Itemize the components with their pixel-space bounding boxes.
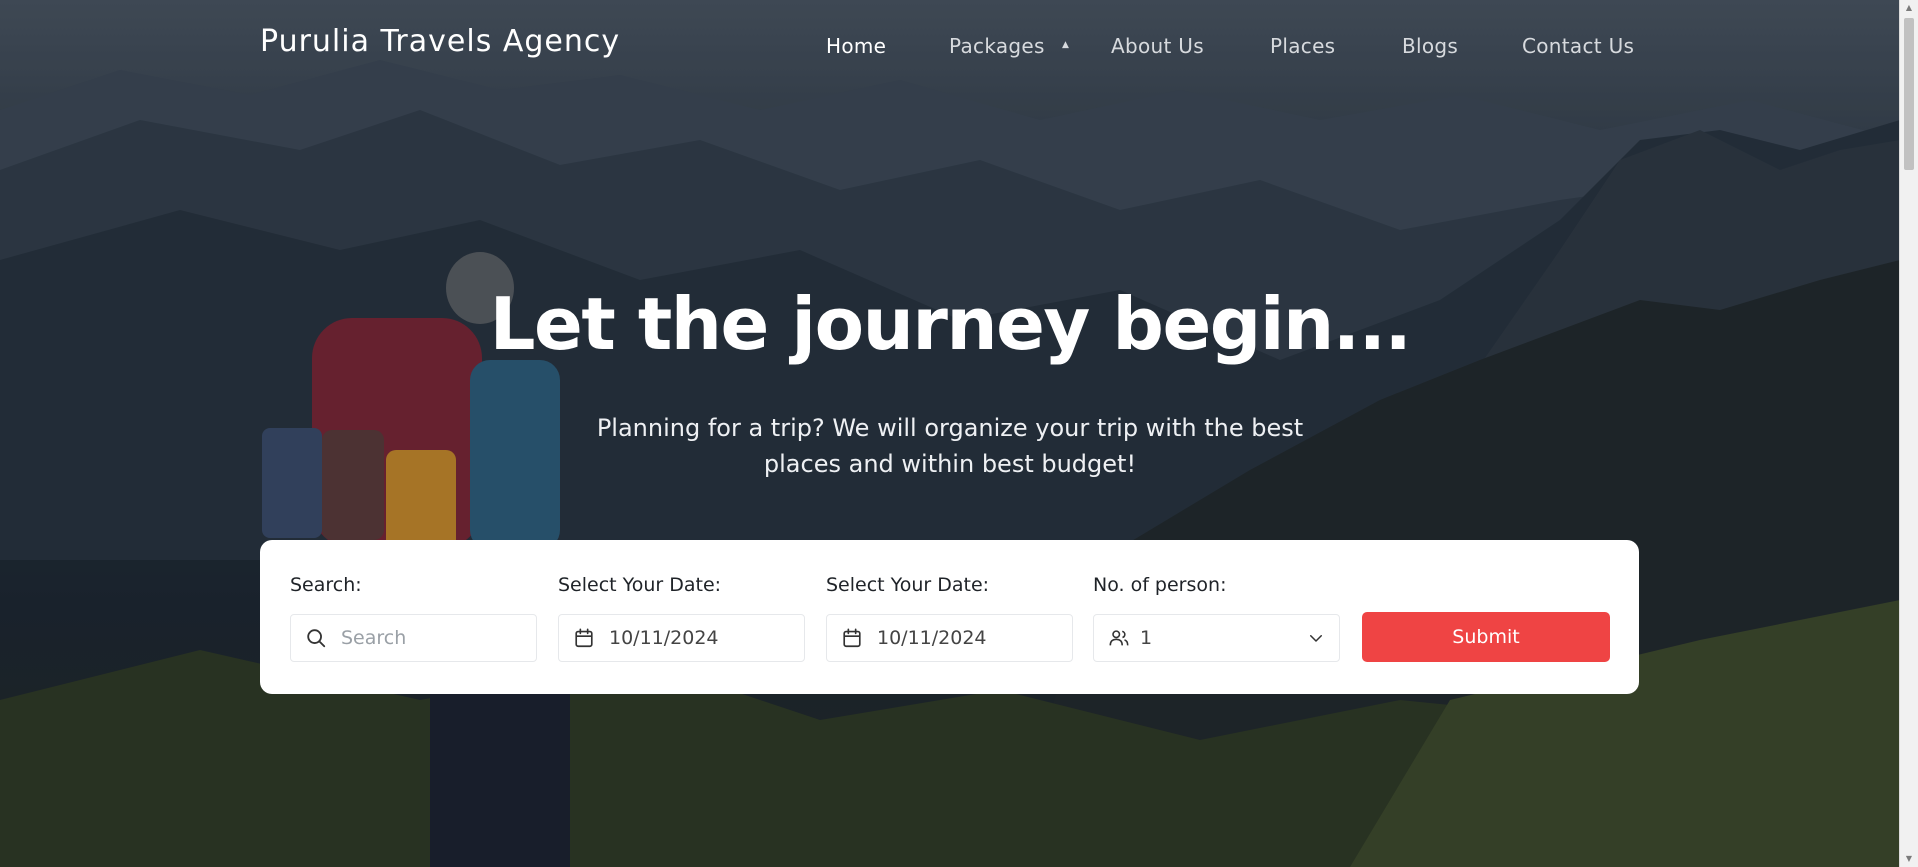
search-icon [307,629,326,648]
date-from-field-group: Select Your Date: 10/11/2024 [558,574,805,662]
date-from-input[interactable]: 10/11/2024 [558,614,805,662]
users-icon [1109,630,1129,646]
packages-caret-icon[interactable]: ▲ [1062,34,1069,50]
date-to-field-group: Select Your Date: 10/11/2024 [826,574,1073,662]
search-input[interactable]: Search [290,614,537,662]
calendar-icon [575,628,593,648]
persons-field-group: No. of person: 1 [1093,574,1340,662]
submit-button[interactable]: Submit [1362,612,1610,662]
hero-subtitle-line-1: Planning for a trip? We will organize yo… [596,414,1304,442]
date-from-label: Select Your Date: [558,574,722,596]
date-from-value: 10/11/2024 [609,627,719,649]
page-scrollbar[interactable]: ▲ ▼ [1899,0,1918,867]
search-field-group: Search: Search [290,574,537,662]
hero-subtitle-line-2: places and within best budget! [763,450,1137,478]
nav-home[interactable]: Home [826,34,886,58]
brand-logo[interactable]: Purulia Travels Agency [260,24,620,59]
hero-headline: Let the journey begin... [489,282,1412,366]
scrollbar-thumb[interactable] [1904,18,1914,170]
persons-select[interactable]: 1 [1093,614,1340,662]
nav-blogs[interactable]: Blogs [1402,34,1458,58]
persons-label: No. of person: [1093,574,1227,596]
date-to-label: Select Your Date: [826,574,990,596]
nav-about-us[interactable]: About Us [1111,34,1204,58]
date-to-input[interactable]: 10/11/2024 [826,614,1073,662]
hero-subtitle: Planning for a trip? We will organize yo… [0,410,1900,482]
search-placeholder: Search [341,627,407,649]
chevron-down-icon [1310,635,1322,642]
nav-places[interactable]: Places [1270,34,1335,58]
persons-value: 1 [1140,627,1153,649]
scroll-down-arrow-icon[interactable]: ▼ [1900,851,1918,867]
scroll-up-arrow-icon[interactable]: ▲ [1900,0,1918,16]
search-label: Search: [290,574,362,596]
booking-form-card: Search: Search Select Your Date: 10/11/2… [260,540,1639,694]
calendar-icon [843,628,861,648]
date-to-value: 10/11/2024 [877,627,987,649]
nav-contact-us[interactable]: Contact Us [1522,34,1634,58]
nav-packages[interactable]: Packages [949,34,1045,58]
